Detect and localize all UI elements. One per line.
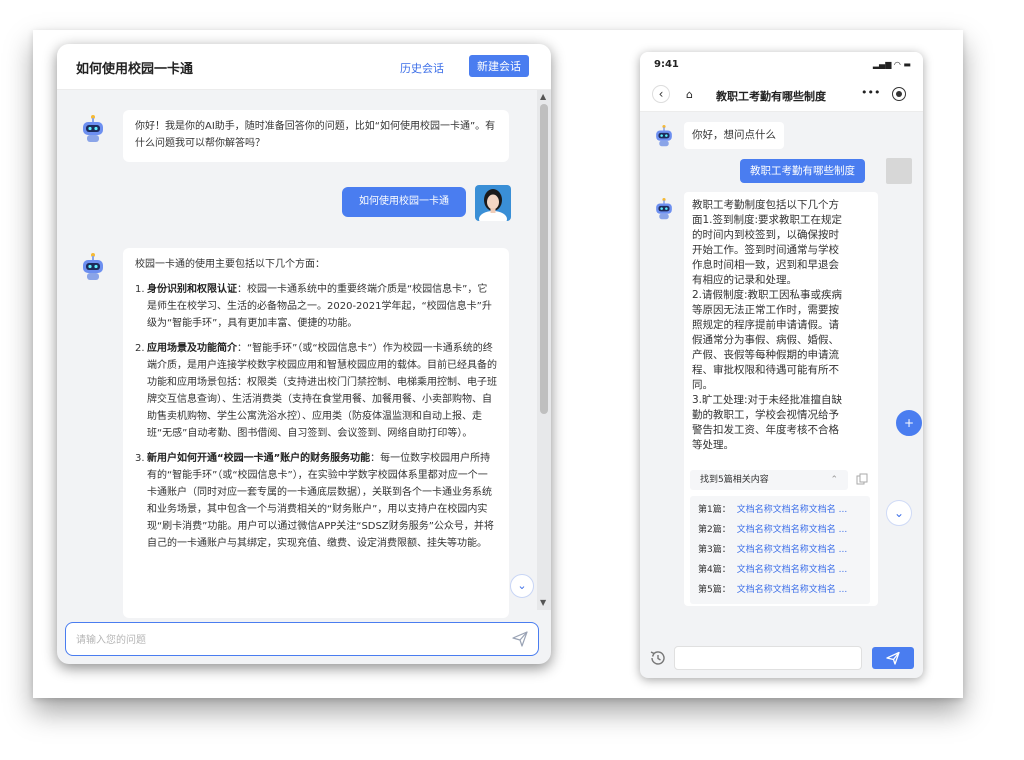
back-icon[interactable]: ‹ [652, 85, 670, 103]
answer-line: 程、审批权限和待遇可能有所不 [692, 364, 839, 376]
bot-answer-bubble: 校园一卡通的使用主要包括以下几个方面： 1. 身份识别和权限认证：校园一卡通系统中… [123, 248, 509, 618]
answer-line: 同。 [692, 379, 713, 391]
answer-line: 开始工作。签到时间通常与学校 [692, 244, 839, 256]
home-icon[interactable]: ⌂ [686, 88, 693, 101]
chat-title: 如何使用校园一卡通 [76, 62, 194, 77]
bot-greeting-bubble: 你好，想问点什么 [684, 122, 784, 149]
answer-line: 3.旷工处理:对于未经批准擅自缺 [692, 394, 843, 406]
related-content-toggle[interactable]: 找到5篇相关内容 ⌃ [690, 470, 848, 490]
doc-index: 第1篇： [698, 505, 731, 515]
answer-line: 勤的教职工，学校会视情况给予 [692, 409, 839, 421]
answer-intro: 校园一卡通的使用主要包括以下几个方面： [135, 259, 325, 270]
mobile-chat-screen: 9:41 ▂▄▆ ◠ ▬ ‹ ⌂ 教职工考勤有哪些制度 ••• 你好，想问点什么… [640, 52, 923, 678]
answer-line: 产假、丧假等每种假期的申请流 [692, 349, 839, 361]
item-heading: 身份识别和权限认证 [147, 284, 237, 295]
item-heading: 新用户如何开通“校园一卡通”账户的财务服务功能 [147, 453, 371, 464]
item-heading: 应用场景及功能简介 [147, 343, 237, 354]
signal-wifi-battery-icon: ▂▄▆ ◠ ▬ [872, 60, 911, 69]
vertical-scrollbar[interactable]: ▲ ▼ [537, 90, 551, 610]
related-doc-list: 第1篇： 文档名称文档名称文档名 ... 第2篇： 文档名称文档名称文档名 ... … [690, 496, 870, 604]
nav-bar: ‹ ⌂ 教职工考勤有哪些制度 ••• [640, 78, 923, 112]
scroll-to-bottom-icon[interactable]: ⌄ [886, 500, 912, 526]
send-icon [886, 651, 900, 665]
doc-link[interactable]: 文档名称文档名称文档名 ... [737, 545, 847, 555]
doc-index: 第4篇： [698, 565, 731, 575]
doc-link[interactable]: 文档名称文档名称文档名 ... [737, 585, 847, 595]
question-input-box [65, 622, 539, 656]
answer-line: 教职工考勤制度包括以下几个方 [692, 199, 839, 211]
answer-item: 1. 身份识别和权限认证：校园一卡通系统中的重要终端介质是“校园信息卡”，它是师生… [135, 281, 497, 332]
bot-avatar-icon [656, 198, 672, 220]
item-number: 1. [135, 284, 145, 295]
window-header: 如何使用校园一卡通 历史会话 新建会话 [57, 44, 551, 90]
item-number: 3. [135, 453, 145, 464]
scrollbar-thumb[interactable] [540, 104, 548, 414]
answer-line: 有相应的记录和处理。 [692, 274, 797, 286]
user-question-bubble: 如何使用校园一卡通 [342, 187, 466, 217]
more-icon[interactable]: ••• [861, 86, 880, 99]
desktop-chat-window: 如何使用校园一卡通 历史会话 新建会话 你好！我是你的AI助手，随时准备回答你的… [57, 44, 551, 664]
status-time: 9:41 [654, 59, 679, 70]
doc-row: 第3篇： 文档名称文档名称文档名 ... [698, 540, 862, 560]
answer-list: 1. 身份识别和权限认证：校园一卡通系统中的重要终端介质是“校园信息卡”，它是师生… [135, 281, 497, 552]
answer-line: 等处理。 [692, 439, 734, 451]
mobile-input-bar [640, 642, 923, 678]
bot-avatar-icon [656, 125, 672, 147]
doc-row: 第1篇： 文档名称文档名称文档名 ... [698, 500, 862, 520]
add-icon[interactable]: + [896, 410, 922, 436]
answer-line: 警告扣发工资、年度考核不合格 [692, 424, 839, 436]
doc-row: 第4篇： 文档名称文档名称文档名 ... [698, 560, 862, 580]
bot-avatar-icon [83, 115, 103, 142]
copy-icon[interactable] [856, 473, 868, 485]
doc-index: 第2篇： [698, 525, 731, 535]
bot-avatar-icon [83, 253, 103, 280]
nav-title: 教职工考勤有哪些制度 [716, 90, 826, 103]
chevron-up-icon: ⌃ [830, 475, 838, 485]
answer-item: 3. 新用户如何开通“校园一卡通”账户的财务服务功能：每一位数字校园用户所持有的“… [135, 450, 497, 552]
new-chat-button[interactable]: 新建会话 [469, 55, 529, 77]
answer-line: 2.请假制度:教职工因私事或疾病 [692, 289, 843, 301]
answer-line: 作息时间相一致，迟到和早退会 [692, 259, 839, 271]
history-sessions-link[interactable]: 历史会话 [400, 60, 444, 76]
answer-line: 假通常分为事假、病假、婚假、 [692, 334, 839, 346]
status-bar: 9:41 ▂▄▆ ◠ ▬ [640, 52, 923, 78]
scroll-up-icon[interactable]: ▲ [540, 92, 546, 101]
scroll-to-bottom-icon[interactable]: ⌄ [510, 574, 534, 598]
scroll-down-icon[interactable]: ▼ [540, 598, 546, 607]
answer-line: 照规定的程序提前申请请假。请 [692, 319, 839, 331]
answer-line: 面1.签到制度:要求教职工在规定 [692, 214, 843, 226]
answer-line: 的时间内到校签到，以确保按时 [692, 229, 839, 241]
doc-link[interactable]: 文档名称文档名称文档名 ... [737, 525, 847, 535]
doc-row: 第5篇： 文档名称文档名称文档名 ... [698, 580, 862, 600]
item-body: ：“智能手环”（或“校园信息卡”）作为校园一卡通系统的终端介质，是用户连接学校数… [147, 343, 497, 439]
doc-link[interactable]: 文档名称文档名称文档名 ... [737, 505, 847, 515]
send-icon[interactable] [512, 631, 528, 647]
bot-greeting-bubble: 你好！我是你的AI助手，随时准备回答你的问题，比如“如何使用校园一卡通”。有什么… [123, 110, 509, 162]
doc-link[interactable]: 文档名称文档名称文档名 ... [737, 565, 847, 575]
doc-row: 第2篇： 文档名称文档名称文档名 ... [698, 520, 862, 540]
item-body: ：每一位数字校园用户所持有的“智能手环”（或“校园信息卡”），在实验中学数字校园… [147, 453, 494, 549]
answer-line: 等原因无法正常工作时，需要按 [692, 304, 839, 316]
related-header-label: 找到5篇相关内容 [700, 475, 769, 485]
user-question-bubble: 教职工考勤有哪些制度 [740, 159, 865, 183]
send-button[interactable] [872, 647, 914, 669]
history-icon[interactable] [648, 648, 668, 668]
doc-index: 第5篇： [698, 585, 731, 595]
mobile-question-input[interactable] [674, 646, 862, 670]
answer-item: 2. 应用场景及功能简介：“智能手环”（或“校园信息卡”）作为校园一卡通系统的终端… [135, 340, 497, 442]
doc-index: 第3篇： [698, 545, 731, 555]
user-avatar [475, 185, 511, 221]
question-input[interactable] [76, 630, 496, 650]
record-icon[interactable] [892, 87, 906, 101]
user-avatar [886, 158, 912, 184]
item-number: 2. [135, 343, 145, 354]
